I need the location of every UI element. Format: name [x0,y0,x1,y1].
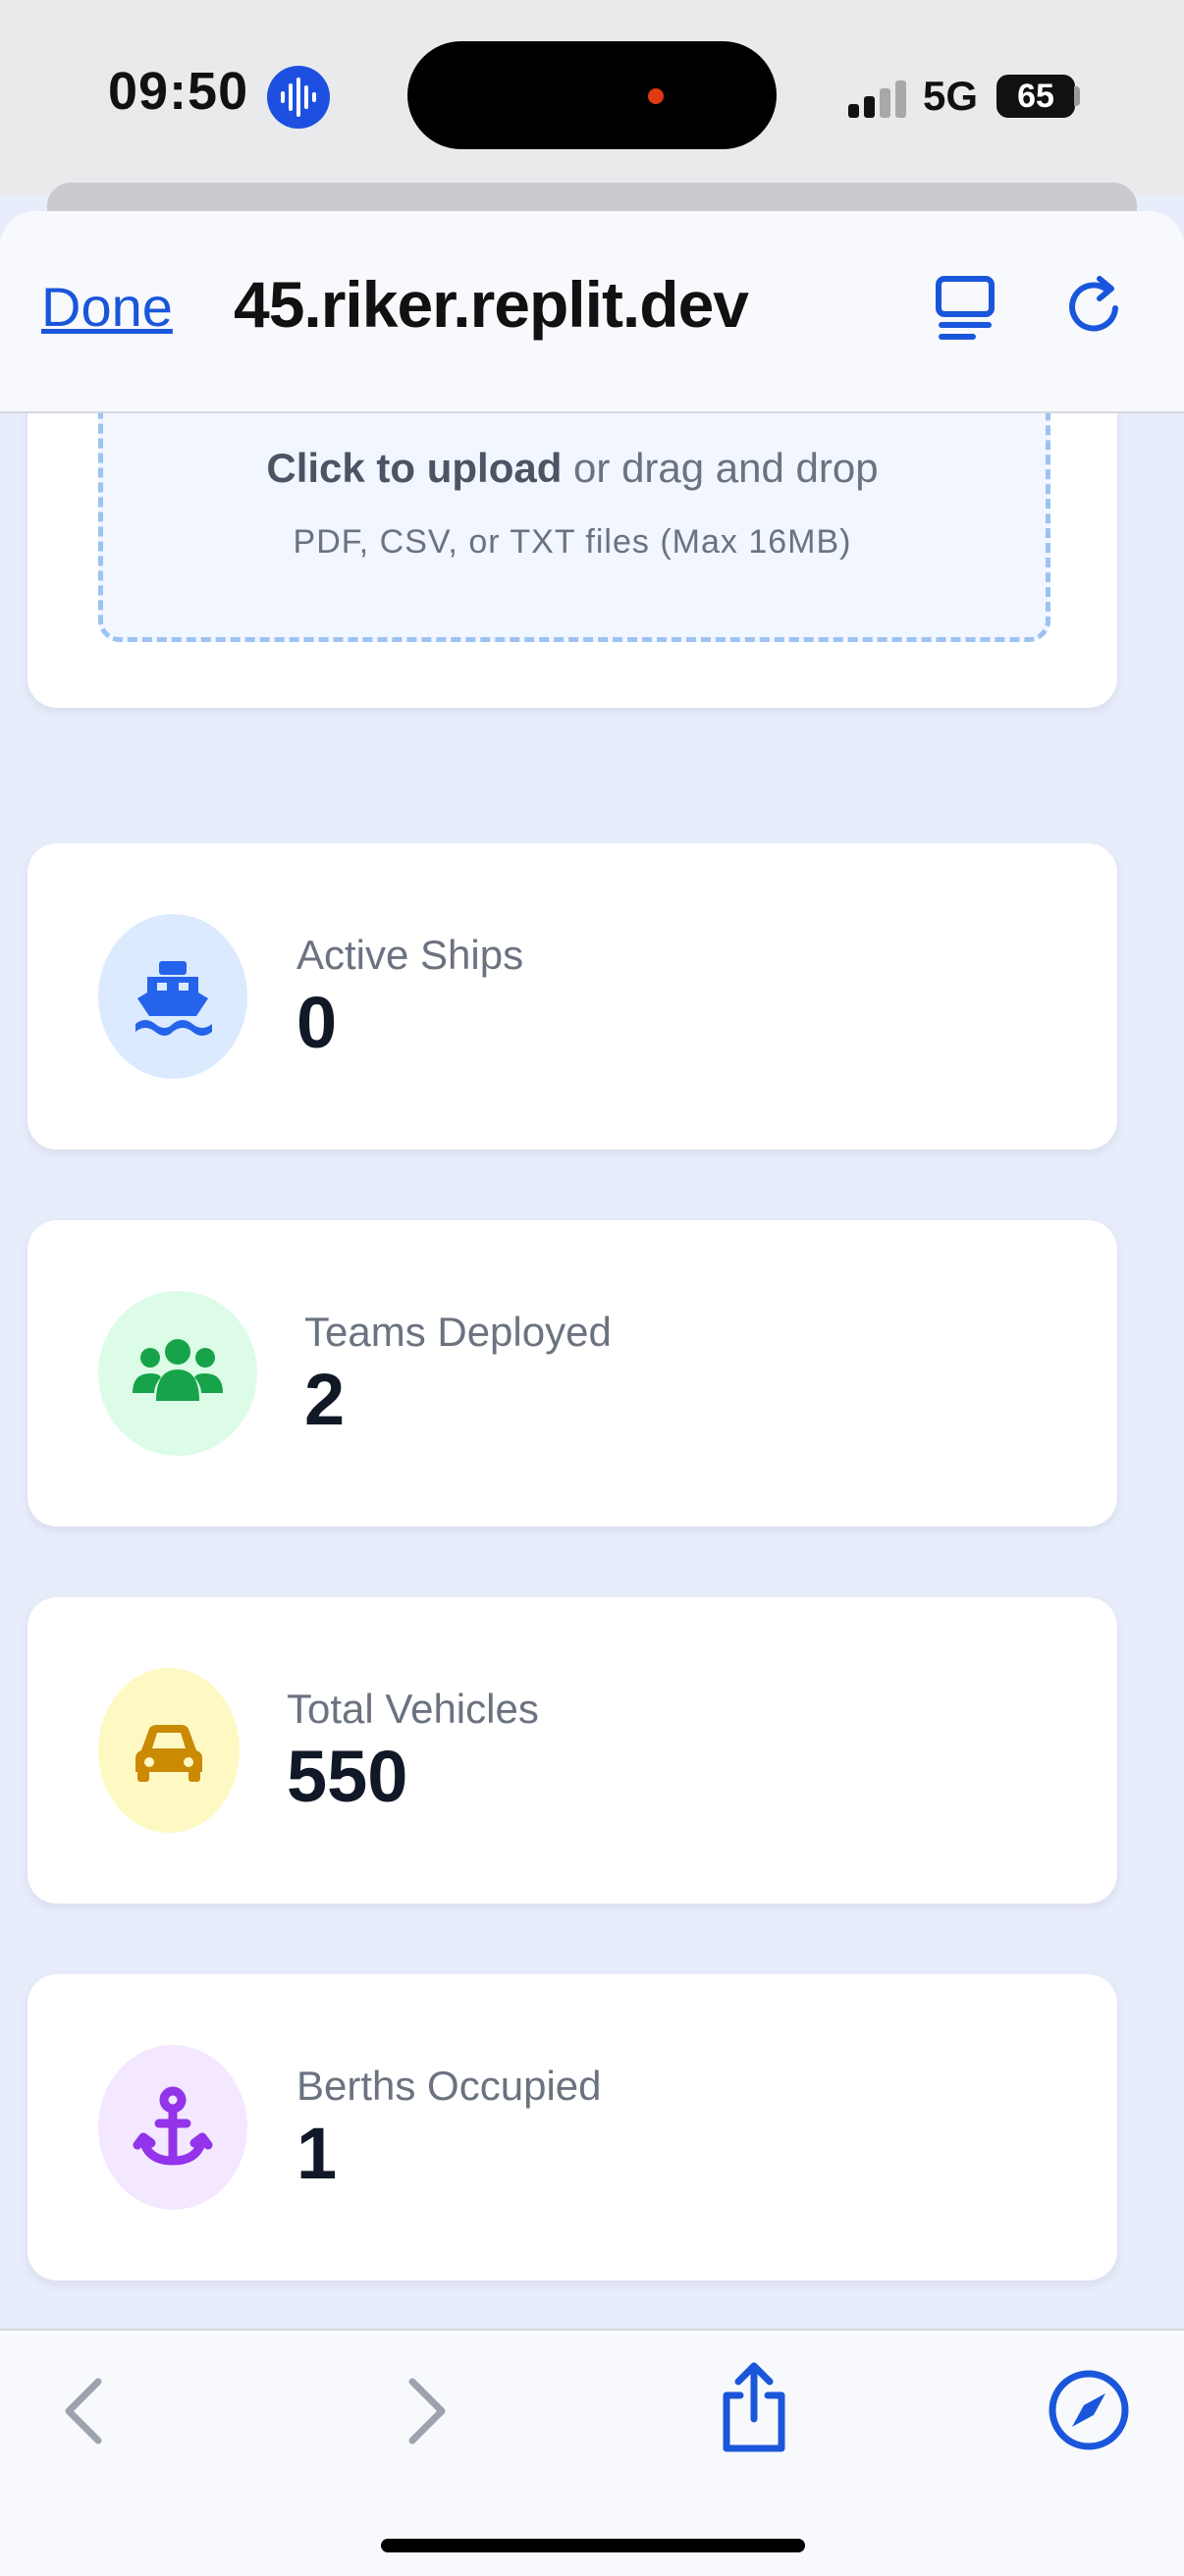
forward-icon[interactable] [397,2372,456,2450]
ship-icon-circle [98,914,247,1079]
stat-value: 550 [287,1736,408,1817]
home-indicator [381,2539,805,2552]
upload-rest-text: or drag and drop [562,445,879,491]
upload-file-types: PDF, CSV, or TXT files (Max 16MB) [293,523,852,561]
page-content: Click to upload or drag and drop PDF, CS… [0,413,1184,2330]
network-label: 5G [923,73,979,119]
battery-tip [1074,86,1080,106]
stat-card-active-ships: Active Ships 0 [27,843,1117,1150]
car-icon [135,1725,202,1782]
status-time: 09:50 [108,62,249,121]
voice-recording-icon [267,66,330,129]
back-icon[interactable] [55,2372,114,2450]
upload-instruction: Click to upload or drag and drop [27,445,1117,492]
stat-card-total-vehicles: Total Vehicles 550 [27,1597,1117,1904]
done-button[interactable]: Done [41,275,173,339]
reader-view-icon[interactable] [933,275,997,344]
stat-card-teams-deployed: Teams Deployed 2 [27,1220,1117,1527]
team-icon [133,1339,223,1401]
upload-link-text[interactable]: Click to upload [266,445,562,491]
upload-card: Click to upload or drag and drop PDF, CS… [27,413,1117,708]
stat-value: 2 [304,1359,346,1440]
stat-value: 0 [296,982,338,1063]
dynamic-island [407,41,777,149]
url-display[interactable]: 45.riker.replit.dev [234,267,749,342]
anchor-icon-circle [98,2045,247,2210]
signal-icon [848,79,907,118]
stat-label: Teams Deployed [304,1309,612,1355]
status-bar: 09:50 5G 65 [0,0,1184,242]
battery-icon: 65 [996,75,1075,118]
reload-icon[interactable] [1060,273,1129,342]
team-icon-circle [98,1291,257,1456]
stat-label: Berths Occupied [296,2063,602,2109]
stat-label: Total Vehicles [287,1686,539,1732]
anchor-icon [133,2086,213,2166]
share-icon[interactable] [715,2358,793,2456]
compass-icon[interactable] [1047,2368,1131,2452]
camera-indicator [648,88,664,104]
car-icon-circle [98,1668,240,1833]
ship-icon [135,961,212,1036]
stat-label: Active Ships [296,932,524,978]
stat-value: 1 [296,2113,338,2194]
stat-card-berths-occupied: Berths Occupied 1 [27,1974,1117,2281]
